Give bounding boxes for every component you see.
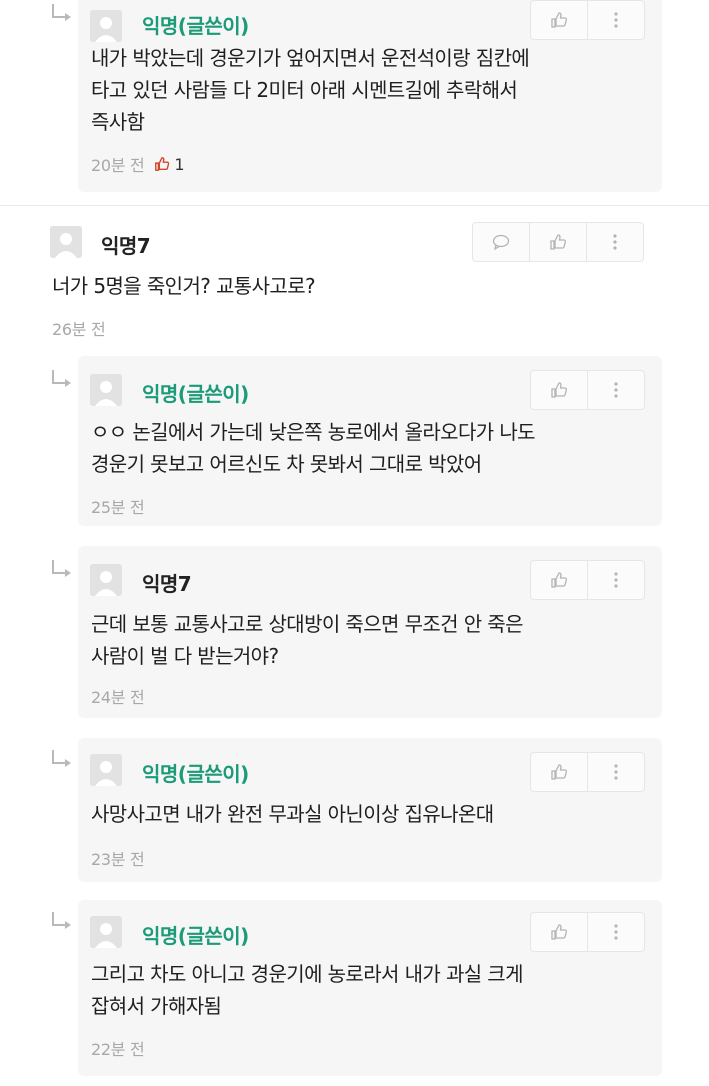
reply-arrow-icon [52, 4, 71, 21]
like-count[interactable]: 1 [154, 155, 185, 174]
reply-card: 익명(글쓴이) 사망사고면 내가 완전 무과실 아닌이상 집유나온대 23분 전 [78, 738, 662, 882]
action-buttons [530, 752, 645, 792]
action-buttons [530, 370, 645, 410]
vertical-dots-icon [614, 572, 618, 588]
more-button[interactable] [586, 223, 643, 261]
author-name[interactable]: 익명7 [142, 568, 192, 597]
thumbs-up-icon [551, 572, 567, 588]
thumbs-up-icon [155, 157, 170, 171]
like-button[interactable] [531, 1, 587, 39]
comment-meta: 20분 전 1 [91, 152, 185, 176]
avatar [50, 226, 82, 258]
comment: 익명7 너가 5명을 죽인거? 교통사고로? 26분 전 [0, 206, 709, 346]
like-button[interactable] [531, 561, 587, 599]
action-buttons [530, 0, 645, 40]
more-button[interactable] [587, 913, 644, 951]
avatar [90, 564, 122, 596]
vertical-dots-icon [614, 382, 618, 398]
timestamp: 22분 전 [91, 1040, 145, 1059]
comment-text: 너가 5명을 죽인거? 교통사고로? [52, 274, 316, 298]
reply-button[interactable] [473, 223, 529, 261]
more-button[interactable] [587, 1, 644, 39]
timestamp: 24분 전 [91, 688, 145, 707]
like-button[interactable] [531, 371, 587, 409]
vertical-dots-icon [613, 234, 617, 250]
more-button[interactable] [587, 371, 644, 409]
comment-meta: 26분 전 [52, 316, 106, 340]
comment-meta: 23분 전 [91, 846, 145, 870]
author-name[interactable]: 익명(글쓴이) [142, 378, 249, 407]
reply-arrow-icon [52, 370, 71, 387]
author-name[interactable]: 익명(글쓴이) [142, 10, 249, 39]
comment-meta: 24분 전 [91, 684, 145, 708]
author-name[interactable]: 익명(글쓴이) [142, 920, 249, 949]
like-button[interactable] [531, 913, 587, 951]
comment-meta: 25분 전 [91, 494, 145, 518]
author-name[interactable]: 익명7 [101, 230, 151, 259]
reply-card: 익명(글쓴이) 내가 박았는데 경운기가 엎어지면서 운전석이랑 짐칸에 타고 … [78, 0, 662, 192]
avatar [90, 754, 122, 786]
like-button[interactable] [529, 223, 586, 261]
reply-card: 익명(글쓴이) 그리고 차도 아니고 경운기에 농로라서 내가 과실 크게 잡혀… [78, 900, 662, 1076]
avatar [90, 916, 122, 948]
action-buttons [530, 912, 645, 952]
author-name[interactable]: 익명(글쓴이) [142, 758, 249, 787]
thumbs-up-icon [551, 924, 567, 940]
timestamp: 23분 전 [91, 850, 145, 869]
thumbs-up-icon [551, 382, 567, 398]
reply-arrow-icon [52, 560, 71, 577]
more-button[interactable] [587, 561, 644, 599]
avatar [90, 10, 122, 42]
comment-text: 내가 박았는데 경운기가 엎어지면서 운전석이랑 짐칸에 타고 있던 사람들 다… [91, 46, 530, 134]
like-button[interactable] [531, 753, 587, 791]
comment-text: 그리고 차도 아니고 경운기에 농로라서 내가 과실 크게 잡혀서 가해자됨 [91, 962, 524, 1018]
timestamp: 25분 전 [91, 498, 145, 517]
reply-arrow-icon [52, 750, 71, 767]
thumbs-up-icon [550, 234, 566, 250]
thumbs-up-icon [551, 764, 567, 780]
reply-card: 익명(글쓴이) ㅇㅇ 논길에서 가는데 낮은쪽 농로에서 올라오다가 나도 경운… [78, 356, 662, 526]
action-buttons [530, 560, 645, 600]
thumbs-up-icon [551, 12, 567, 28]
comment-meta: 22분 전 [91, 1036, 145, 1060]
action-buttons [472, 222, 644, 262]
avatar [90, 374, 122, 406]
comment-text: 사망사고면 내가 완전 무과실 아닌이상 집유나온대 [91, 802, 494, 826]
comment-text: ㅇㅇ 논길에서 가는데 낮은쪽 농로에서 올라오다가 나도 경운기 못보고 어르… [91, 420, 536, 476]
vertical-dots-icon [614, 12, 618, 28]
comment-text: 근데 보통 교통사고로 상대방이 죽으면 무조건 안 죽은 사람이 벌 다 받는… [91, 612, 524, 668]
reply-card: 익명7 근데 보통 교통사고로 상대방이 죽으면 무조건 안 죽은 사람이 벌 … [78, 546, 662, 718]
reply-arrow-icon [52, 912, 71, 929]
more-button[interactable] [587, 753, 644, 791]
speech-bubble-icon [492, 234, 510, 250]
vertical-dots-icon [614, 764, 618, 780]
timestamp: 20분 전 [91, 156, 145, 175]
vertical-dots-icon [614, 924, 618, 940]
timestamp: 26분 전 [52, 320, 106, 339]
